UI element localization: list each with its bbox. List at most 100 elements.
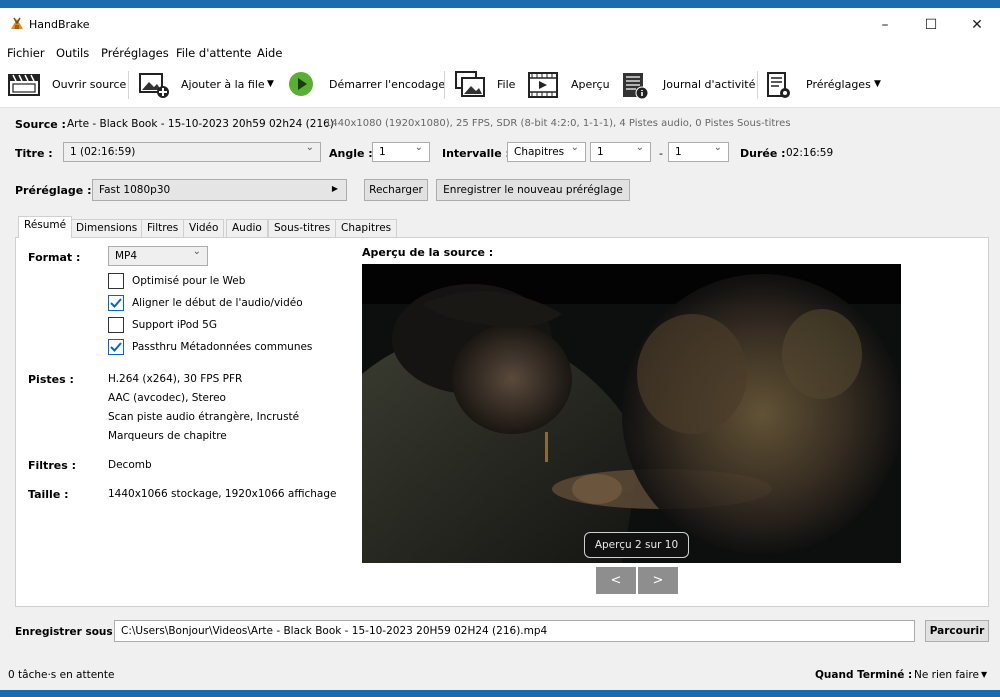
toolbar-separator (444, 71, 445, 99)
range-dash: - (659, 147, 663, 160)
presets-button[interactable]: Préréglages (806, 78, 871, 91)
queue-status: 0 tâche·s en attente (8, 669, 115, 681)
title-label: Titre : (15, 147, 53, 160)
title-bar (0, 0, 1000, 42)
toolbar-separator (128, 71, 129, 99)
start-encode-button[interactable]: Démarrer l'encodage (329, 78, 445, 91)
track-line: Scan piste audio étrangère, Incrusté (108, 411, 300, 423)
range-label: Intervalle : (442, 147, 510, 160)
when-done-label: Quand Terminé : (815, 669, 913, 681)
checkmark-icon (110, 298, 122, 308)
filters-value: Decomb (108, 459, 152, 471)
size-label: Taille : (28, 488, 69, 501)
preset-label: Préréglage : (15, 184, 92, 197)
preset-selector[interactable]: Fast 1080p30 ▶ (92, 179, 347, 201)
minimize-button[interactable]: – (862, 8, 908, 42)
track-line: H.264 (x264), 30 FPS PFR (108, 373, 243, 385)
angle-select[interactable]: 1 (372, 142, 430, 162)
tab-dimensions[interactable]: Dimensions (70, 219, 144, 237)
tab-video[interactable]: Vidéo (183, 219, 225, 237)
range-mode-select[interactable]: Chapitres (507, 142, 586, 162)
save-path-value: C:\Users\Bonjour\Videos\Arte - Black Boo… (121, 625, 548, 637)
format-label: Format : (28, 251, 81, 264)
activity-log-button[interactable]: Journal d'activité (663, 78, 755, 91)
chevron-right-icon: ▶ (331, 184, 338, 193)
tab-filtres[interactable]: Filtres (141, 219, 185, 237)
preview-counter: Aperçu 2 sur 10 (584, 532, 689, 558)
title-select[interactable]: 1 (02:16:59) (63, 142, 321, 162)
tab-chapitres[interactable]: Chapitres (335, 219, 398, 237)
range-start-select[interactable]: 1 (590, 142, 651, 162)
tab-resume[interactable]: Résumé (18, 216, 73, 238)
status-bar: 0 tâche·s en attente Quand Terminé : Ne … (0, 657, 1000, 697)
duration-value: 02:16:59 (786, 147, 834, 159)
format-value: MP4 (115, 250, 138, 262)
source-info: 1440x1080 (1920x1080), 25 FPS, SDR (8-bi… (325, 118, 791, 129)
option-label: Passthru Métadonnées communes (132, 341, 313, 353)
preview-label: Aperçu de la source : (362, 246, 494, 259)
film-clapper-icon[interactable] (8, 72, 40, 96)
when-done-select[interactable]: Ne rien faire (914, 669, 979, 681)
queue-images-icon[interactable] (454, 70, 486, 98)
angle-value: 1 (379, 146, 386, 158)
menu-file-attente[interactable]: File d'attente (176, 46, 251, 60)
open-source-button[interactable]: Ouvrir source (52, 78, 126, 91)
queue-button[interactable]: File (497, 78, 515, 91)
presets-gear-icon[interactable] (766, 72, 792, 100)
menu-outils[interactable]: Outils (56, 46, 89, 60)
chevron-down-icon[interactable]: ▼ (874, 79, 881, 89)
preset-value: Fast 1080p30 (99, 184, 171, 196)
tab-audio[interactable]: Audio (226, 219, 268, 237)
toolbar-separator (757, 71, 758, 99)
title-value: 1 (02:16:59) (70, 146, 136, 158)
preview-next-button[interactable]: > (638, 567, 678, 594)
option-label: Support iPod 5G (132, 319, 217, 331)
filters-label: Filtres : (28, 459, 76, 472)
range-end-value: 1 (675, 146, 682, 158)
option-checkbox[interactable] (108, 339, 124, 355)
save-as-label: Enregistrer sous : (15, 626, 121, 638)
option-checkbox[interactable] (108, 295, 124, 311)
option-checkbox[interactable] (108, 317, 124, 333)
handbrake-icon (11, 17, 23, 29)
reload-button[interactable]: Recharger (364, 179, 428, 201)
source-label: Source : (15, 118, 66, 131)
range-end-select[interactable]: 1 (668, 142, 729, 162)
save-new-preset-button[interactable]: Enregistrer le nouveau préréglage (436, 179, 630, 201)
close-button[interactable]: ✕ (954, 8, 1000, 42)
toolbar: Ouvrir source Ajouter à la file ▼ Démarr… (0, 62, 1000, 108)
window-title: HandBrake (29, 18, 90, 31)
browse-button[interactable]: Parcourir (925, 620, 989, 642)
angle-label: Angle : (329, 147, 373, 160)
option-label: Optimisé pour le Web (132, 275, 246, 287)
film-preview-icon[interactable] (528, 72, 558, 98)
chevron-down-icon[interactable]: ▼ (981, 670, 987, 679)
add-image-icon[interactable] (138, 72, 170, 98)
add-to-queue-button[interactable]: Ajouter à la file (181, 78, 265, 91)
menu-fichier[interactable]: Fichier (7, 46, 45, 60)
menu-prereglages[interactable]: Préréglages (101, 46, 169, 60)
range-start-value: 1 (597, 146, 604, 158)
activity-log-icon[interactable] (621, 72, 649, 100)
option-label: Aligner le début de l'audio/vidéo (132, 297, 303, 309)
menu-aide[interactable]: Aide (257, 46, 282, 60)
option-checkbox[interactable] (108, 273, 124, 289)
chevron-down-icon[interactable]: ▼ (267, 79, 274, 89)
tab-sous-titres[interactable]: Sous-titres (268, 219, 337, 237)
checkmark-icon (110, 342, 122, 352)
preview-image: Aperçu 2 sur 10 (362, 264, 901, 563)
source-name: Arte - Black Book - 15-10-2023 20h59 02h… (67, 118, 334, 130)
desktop-edge (0, 0, 1000, 8)
preview-button[interactable]: Aperçu (571, 78, 610, 91)
save-path-input[interactable]: C:\Users\Bonjour\Videos\Arte - Black Boo… (114, 620, 915, 642)
format-select[interactable]: MP4 (108, 246, 208, 266)
play-icon[interactable] (288, 71, 314, 97)
tracks-label: Pistes : (28, 373, 74, 386)
menu-bar: Fichier Outils Préréglages File d'attent… (0, 42, 1000, 62)
preview-prev-button[interactable]: < (596, 567, 636, 594)
duration-label: Durée : (740, 147, 786, 160)
taskbar-edge (0, 690, 1000, 697)
maximize-button[interactable]: ☐ (908, 8, 954, 42)
track-line: AAC (avcodec), Stereo (108, 392, 226, 404)
preview-frame-image (362, 264, 901, 563)
